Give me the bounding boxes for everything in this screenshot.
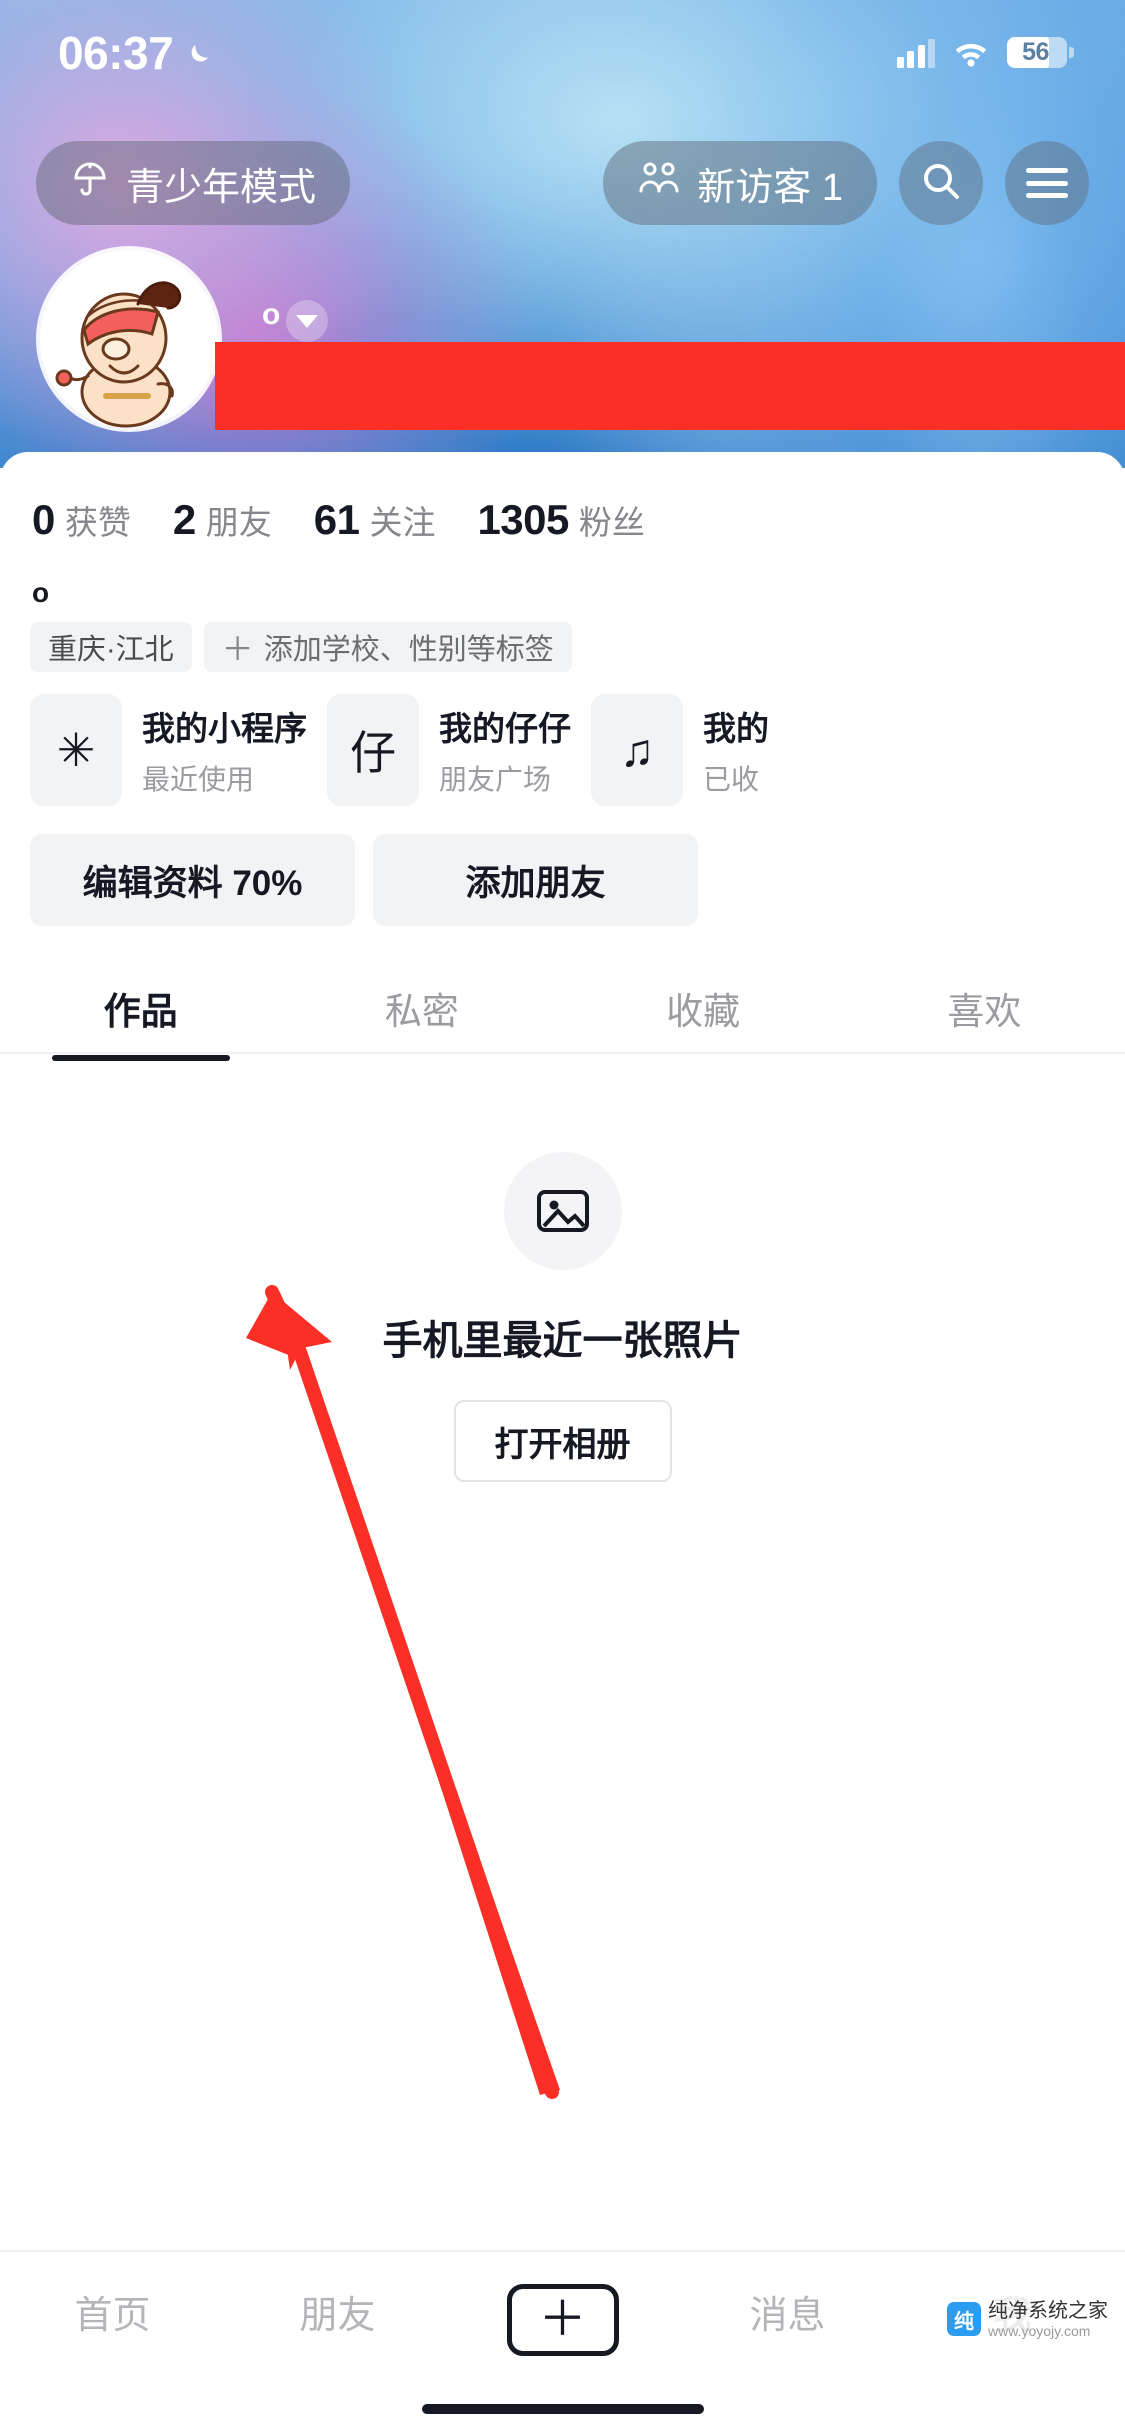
stat-label: 关注 (369, 504, 436, 541)
status-bar-left: 06:37 (58, 26, 217, 80)
cover-bio-marker: o (262, 298, 281, 331)
tag-add-label: 添加学校、性别等标签 (263, 634, 554, 666)
stat-following[interactable]: 61 关注 (314, 496, 436, 544)
new-visitors-button[interactable]: 新访客 1 (603, 141, 877, 225)
umbrella-icon (70, 158, 110, 208)
profile-sheet: 0 获赞 2 朋友 61 关注 1305 粉丝 o 重庆·江北 ＋ 添加学校、性 (0, 452, 1125, 2436)
card-title: 我的 (703, 710, 769, 747)
phone-screen: 06:37 56 青少年模式 新访客 1 o 0 获赞 2 朋友 61 关注 1… (0, 0, 1125, 2436)
profile-tags: 重庆·江北 ＋ 添加学校、性别等标签 (30, 622, 572, 672)
music-note-icon: ♫ (591, 694, 683, 806)
home-indicator (421, 2404, 704, 2414)
tab-private[interactable]: 私密 (281, 981, 562, 1035)
stat-likes[interactable]: 0 获赞 (32, 496, 131, 544)
card-title: 我的小程序 (142, 710, 307, 747)
status-bar-right: 56 (896, 37, 1074, 68)
profile-stats: 0 获赞 2 朋友 61 关注 1305 粉丝 (32, 496, 687, 544)
watermark-logo-icon: 纯 (947, 2302, 981, 2337)
stat-friends[interactable]: 2 朋友 (173, 496, 272, 544)
card-title: 我的仔仔 (439, 710, 571, 747)
tab-likes[interactable]: 喜欢 (844, 981, 1125, 1035)
card-music[interactable]: ♫ 我的 已收 (591, 694, 769, 806)
cellular-signal-icon (896, 38, 935, 68)
tab-works[interactable]: 作品 (0, 981, 281, 1035)
top-nav-bar: 青少年模式 新访客 1 (0, 140, 1125, 226)
empty-state-title: 手机里最近一张照片 (382, 1319, 743, 1363)
nav-messages[interactable]: 消息 (675, 2284, 900, 2339)
watermark: 纯 纯净系统之家 www.yoyojy.com (938, 2294, 1117, 2344)
card-zaizai[interactable]: 仔 我的仔仔 朋友广场 (327, 694, 571, 806)
redacted-username-bar (215, 342, 1125, 430)
nav-home[interactable]: 首页 (0, 2284, 225, 2339)
card-mini-programs[interactable]: ✳ 我的小程序 最近使用 (30, 694, 307, 806)
hamburger-menu-icon (1026, 168, 1068, 198)
stat-label: 粉丝 (578, 504, 645, 541)
image-placeholder-icon (503, 1152, 622, 1270)
card-subtitle: 已收 (703, 764, 760, 795)
chevron-down-icon (296, 314, 318, 328)
watermark-url: www.yoyojy.com (988, 2322, 1091, 2339)
edit-profile-button[interactable]: 编辑资料 70% (30, 834, 355, 926)
search-button[interactable] (899, 141, 983, 225)
profile-actions: 编辑资料 70% 添加朋友 (30, 834, 698, 926)
tab-collections[interactable]: 收藏 (563, 981, 844, 1035)
tabs-divider (0, 1052, 1125, 1054)
moon-icon (183, 36, 217, 70)
card-subtitle: 最近使用 (142, 764, 255, 795)
search-icon (919, 159, 963, 208)
nav-friends[interactable]: 朋友 (225, 2284, 450, 2339)
open-album-button[interactable]: 打开相册 (453, 1400, 672, 1482)
stat-followers[interactable]: 1305 粉丝 (477, 496, 644, 544)
nav-create-button[interactable]: ＋ (450, 2284, 675, 2356)
teen-mode-label: 青少年模式 (126, 166, 317, 209)
stat-value: 61 (313, 496, 360, 543)
avatar[interactable] (40, 250, 218, 428)
tag-add-button[interactable]: ＋ 添加学校、性别等标签 (203, 622, 572, 672)
content-tabs: 作品 私密 收藏 喜欢 (0, 958, 1125, 1058)
cover-dropdown-button[interactable] (286, 300, 328, 342)
watermark-title: 纯净系统之家 (988, 2299, 1108, 2322)
stat-value: 2 (172, 496, 196, 543)
stat-value: 1305 (477, 496, 569, 543)
quick-access-cards: ✳ 我的小程序 最近使用 仔 我的仔仔 朋友广场 ♫ 我的 已收 (30, 694, 769, 806)
wifi-icon (952, 38, 990, 68)
card-subtitle: 朋友广场 (439, 764, 552, 795)
asterisk-icon: ✳ (30, 694, 122, 806)
teen-mode-button[interactable]: 青少年模式 (36, 141, 351, 225)
status-time: 06:37 (58, 26, 174, 79)
stat-label: 获赞 (64, 504, 131, 541)
empty-state: 手机里最近一张照片 打开相册 (0, 1152, 1125, 1482)
stat-label: 朋友 (205, 504, 272, 541)
plus-icon: ＋ (506, 2284, 619, 2356)
zaizai-icon: 仔 (327, 694, 419, 806)
battery-indicator: 56 (1007, 37, 1074, 68)
stat-value: 0 (32, 496, 55, 543)
menu-button[interactable] (1005, 141, 1089, 225)
tag-location[interactable]: 重庆·江北 (30, 622, 192, 672)
new-visitors-label: 新访客 1 (697, 166, 843, 209)
status-bar: 06:37 56 (0, 0, 1125, 105)
people-icon (637, 160, 681, 206)
plus-icon: ＋ (221, 631, 254, 667)
profile-bio[interactable]: o (32, 577, 49, 609)
add-friend-button[interactable]: 添加朋友 (373, 834, 698, 926)
battery-level: 56 (1022, 38, 1049, 66)
